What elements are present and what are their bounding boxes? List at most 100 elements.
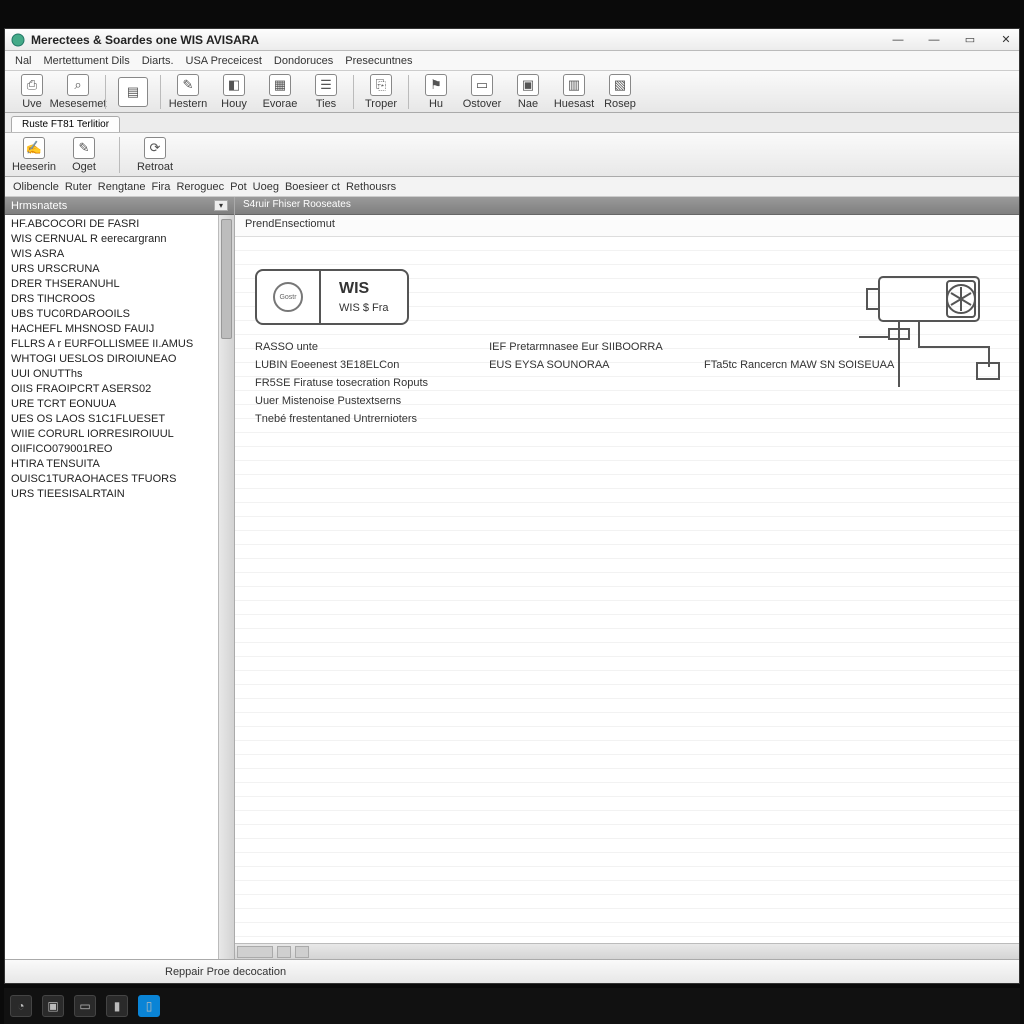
toolbar-button[interactable]: ▭Ostover — [459, 74, 505, 110]
tree-item[interactable]: OIIFICO079001REO — [7, 442, 216, 457]
tree-item[interactable]: OIIS FRAOIPCRT ASERS02 — [7, 382, 216, 397]
content-link[interactable]: FR5SE Firatuse tosecration Roputs — [255, 377, 465, 389]
breadcrumb-item[interactable]: Pot — [230, 181, 247, 193]
toolbar-button[interactable]: ⎙Uve — [9, 74, 55, 110]
tree-header-label: Hrmsnatets — [11, 200, 67, 212]
menu-item[interactable]: Mertettument Dils — [40, 53, 134, 69]
taskbar-item[interactable]: ▣ — [42, 995, 64, 1017]
tree-item[interactable]: FLLRS A r EURFOLLISMEE II.AMUS — [7, 337, 216, 352]
toolbar-button[interactable]: ⌕Mesesemet — [55, 74, 101, 110]
content-link[interactable]: Tnebé frestentaned Untrernioters — [255, 413, 465, 425]
breadcrumb-item[interactable]: Uoeg — [253, 181, 279, 193]
toolbar-separator — [105, 75, 106, 109]
taskbar-item[interactable]: ▮ — [106, 995, 128, 1017]
tree-item[interactable]: HTIRA TENSUITA — [7, 457, 216, 472]
menu-item[interactable]: Dondoruces — [270, 53, 337, 69]
tree-item[interactable]: UBS TUC0RDAROOILS — [7, 307, 216, 322]
tree-item[interactable]: HF.ABCOCORI DE FASRI — [7, 217, 216, 232]
toolbar-icon: ⎘ — [370, 74, 392, 96]
breadcrumb-item[interactable]: Reroguec — [176, 181, 224, 193]
toolbar-button[interactable]: ◧Houy — [211, 74, 257, 110]
toolbar-button[interactable]: ▦Evorae — [257, 74, 303, 110]
toolbar-button[interactable]: ⎘Troper — [358, 74, 404, 110]
toolbar-button[interactable]: ▤ — [110, 77, 156, 107]
menu-item[interactable]: Nal — [11, 53, 36, 69]
content-link[interactable]: RASSO unte — [255, 341, 465, 353]
content-link[interactable]: EUS EYSA SOUNORAA — [489, 359, 680, 371]
menu-item[interactable]: USA Preceicest — [182, 53, 266, 69]
menu-item[interactable]: Diarts. — [138, 53, 178, 69]
content-link — [489, 413, 680, 425]
breadcrumb-item[interactable]: Boesieer ct — [285, 181, 340, 193]
tree-item[interactable]: URE TCRT EONUUA — [7, 397, 216, 412]
tree-scrollbar[interactable] — [218, 215, 234, 959]
content-link[interactable]: LUBIN Eoeenest 3E18ELCon — [255, 359, 465, 371]
toolbar-label: Heeserin — [12, 161, 56, 173]
toolbar-icon: ▭ — [471, 74, 493, 96]
content-link — [489, 377, 680, 389]
toolbar-button[interactable]: ✎Hestern — [165, 74, 211, 110]
toolbar-label: Nae — [518, 98, 538, 110]
toolbar-button[interactable]: ▧Rosep — [597, 74, 643, 110]
tree-item[interactable]: UUI ONUTThs — [7, 367, 216, 382]
breadcrumb-item[interactable]: Rengtane — [98, 181, 146, 193]
breadcrumb-item[interactable]: Olibencle — [13, 181, 59, 193]
breadcrumb-item[interactable]: Rethousrs — [346, 181, 396, 193]
tree-item[interactable]: UES OS LAOS S1C1FLUESET — [7, 412, 216, 427]
tree-header: Hrmsnatets ▾ — [5, 197, 234, 215]
toolbar-button[interactable]: ✎Oget — [61, 137, 107, 173]
tree-item[interactable]: WIS ASRA — [7, 247, 216, 262]
minimize2-button[interactable]: — — [927, 33, 941, 47]
tree-item[interactable]: DRS TIHCROOS — [7, 292, 216, 307]
page-tab-strip: Ruste FT81 Terlitior — [5, 113, 1019, 133]
toolbar-icon: ☰ — [315, 74, 337, 96]
breadcrumb-item[interactable]: Ruter — [65, 181, 92, 193]
toolbar-button[interactable]: ▥Huesast — [551, 74, 597, 110]
toolbar-button[interactable]: ✍Heeserin — [11, 137, 57, 173]
toolbar-icon: ▦ — [269, 74, 291, 96]
maximize-button[interactable]: ▭ — [963, 33, 977, 47]
main-toolbar: ⎙Uve⌕Mesesemet▤✎Hestern◧Houy▦Evorae☰Ties… — [5, 71, 1019, 113]
breadcrumb-item[interactable]: Fira — [151, 181, 170, 193]
close-button[interactable]: ✕ — [999, 33, 1013, 47]
link-columns: RASSO unte IEF Pretarmnasee Eur SIIBOORRA… — [255, 341, 895, 425]
toolbar-button[interactable]: ⟳Retroat — [132, 137, 178, 173]
tree-item[interactable]: WIIE CORURL IORRESIROIUUL — [7, 427, 216, 442]
tree-item[interactable]: URS URSCRUNA — [7, 262, 216, 277]
card-title: WIS — [339, 280, 369, 297]
tree-item[interactable]: OUISC1TURAOHACES TFUORS — [7, 472, 216, 487]
card-subtitle: WIS $ Fra — [339, 302, 389, 314]
content-link[interactable]: Uuer Mistenoise Pustextserns — [255, 395, 465, 407]
toolbar-button[interactable]: ☰ Ties — [303, 74, 349, 110]
titlebar: Merectees & Soardes one WIS AVISARA — — … — [5, 29, 1019, 51]
taskbar-item[interactable]: ◔ — [10, 995, 32, 1017]
menu-item[interactable]: Presecuntnes — [341, 53, 416, 69]
toolbar-button[interactable]: ⚑Hu — [413, 74, 459, 110]
navigation-tree-panel: Hrmsnatets ▾ HF.ABCOCORI DE FASRIWIS CER… — [5, 197, 235, 959]
toolbar-separator — [119, 137, 120, 173]
toolbar-label: Mesesemet — [50, 98, 107, 110]
toolbar-separator — [408, 75, 409, 109]
toolbar-label: Uve — [22, 98, 42, 110]
content-body: Gostr WIS WIS $ Fra RASSO unte IEF Pretar… — [235, 237, 1019, 943]
tree-item[interactable]: HACHEFL MHSNOSD FAUIJ — [7, 322, 216, 337]
content-link[interactable]: IEF Pretarmnasee Eur SIIBOORRA — [489, 341, 680, 353]
tree-dropdown-icon[interactable]: ▾ — [214, 200, 228, 211]
tree-item[interactable]: WIS CERNUAL R eerecargrann — [7, 232, 216, 247]
tree-item[interactable]: DRER THSERANUHL — [7, 277, 216, 292]
toolbar-label: Ties — [316, 98, 336, 110]
toolbar-button[interactable]: ▣Nae — [505, 74, 551, 110]
content-h-scrollbar[interactable] — [235, 943, 1019, 959]
tree-item[interactable]: URS TIEESISALRTAIN — [7, 487, 216, 502]
page-tab[interactable]: Ruste FT81 Terlitior — [11, 116, 120, 132]
content-header: S4ruir Fhiser Rooseates — [235, 197, 1019, 215]
tree-item[interactable]: WHTOGI UESLOS DIROIUNEAO — [7, 352, 216, 367]
minimize-button[interactable]: — — [891, 33, 905, 47]
toolbar-icon: ⟳ — [144, 137, 166, 159]
taskbar-item[interactable]: ▭ — [74, 995, 96, 1017]
toolbar-icon: ⌕ — [67, 74, 89, 96]
taskbar-item[interactable]: ▯ — [138, 995, 160, 1017]
content-panel: S4ruir Fhiser Rooseates PrendEnsectiomut… — [235, 197, 1019, 959]
toolbar-label: Huesast — [554, 98, 594, 110]
info-card: Gostr WIS WIS $ Fra — [255, 269, 409, 325]
